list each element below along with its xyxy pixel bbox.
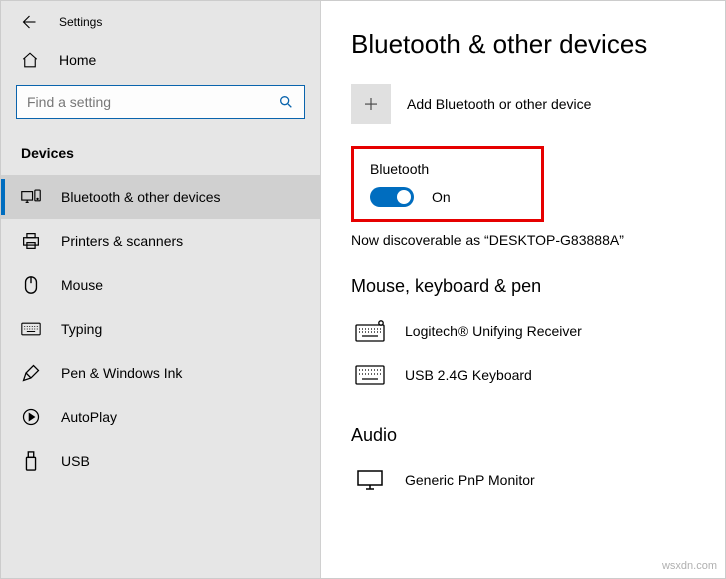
topbar: Settings bbox=[1, 9, 320, 41]
device-label: USB 2.4G Keyboard bbox=[405, 367, 532, 383]
keyboard-device-icon bbox=[351, 317, 389, 345]
nav-label: Printers & scanners bbox=[61, 233, 183, 249]
nav-label: USB bbox=[61, 453, 90, 469]
devices-icon bbox=[21, 187, 41, 207]
sidebar-item-bluetooth[interactable]: Bluetooth & other devices bbox=[1, 175, 320, 219]
add-device-label: Add Bluetooth or other device bbox=[407, 96, 591, 112]
sidebar-home[interactable]: Home bbox=[1, 41, 320, 79]
device-item[interactable]: Logitech® Unifying Receiver bbox=[351, 309, 695, 353]
section-mouse-title: Mouse, keyboard & pen bbox=[351, 276, 695, 297]
mouse-icon bbox=[21, 275, 41, 295]
home-icon bbox=[21, 51, 39, 69]
autoplay-icon bbox=[21, 407, 41, 427]
device-item[interactable]: USB 2.4G Keyboard bbox=[351, 353, 695, 397]
monitor-icon bbox=[351, 466, 389, 494]
keyboard-device-icon bbox=[351, 361, 389, 389]
sidebar-item-usb[interactable]: USB bbox=[1, 439, 320, 483]
nav-label: Pen & Windows Ink bbox=[61, 365, 182, 381]
bluetooth-label: Bluetooth bbox=[370, 161, 525, 177]
page-title: Bluetooth & other devices bbox=[351, 29, 695, 60]
usb-icon bbox=[21, 451, 41, 471]
add-device-button[interactable]: Add Bluetooth or other device bbox=[351, 84, 695, 124]
device-label: Generic PnP Monitor bbox=[405, 472, 535, 488]
sidebar: Settings Home Devices Bluetooth & other … bbox=[1, 1, 321, 578]
search-icon[interactable] bbox=[278, 94, 294, 110]
sidebar-item-printers[interactable]: Printers & scanners bbox=[1, 219, 320, 263]
sidebar-item-autoplay[interactable]: AutoPlay bbox=[1, 395, 320, 439]
section-audio-title: Audio bbox=[351, 425, 695, 446]
discoverable-text: Now discoverable as “DESKTOP-G83888A” bbox=[351, 232, 695, 248]
app-title: Settings bbox=[59, 15, 102, 29]
device-item[interactable]: Generic PnP Monitor bbox=[351, 458, 695, 502]
bluetooth-toggle[interactable] bbox=[370, 187, 414, 207]
device-label: Logitech® Unifying Receiver bbox=[405, 323, 582, 339]
nav-label: Typing bbox=[61, 321, 102, 337]
sidebar-item-typing[interactable]: Typing bbox=[1, 307, 320, 351]
back-icon[interactable] bbox=[19, 13, 37, 31]
main-content: Bluetooth & other devices Add Bluetooth … bbox=[321, 1, 725, 578]
nav-label: AutoPlay bbox=[61, 409, 117, 425]
sidebar-item-pen[interactable]: Pen & Windows Ink bbox=[1, 351, 320, 395]
search-box[interactable] bbox=[16, 85, 305, 119]
plus-icon bbox=[351, 84, 391, 124]
sidebar-section-header: Devices bbox=[1, 137, 320, 175]
printer-icon bbox=[21, 231, 41, 251]
watermark: wsxdn.com bbox=[662, 560, 717, 572]
nav-label: Mouse bbox=[61, 277, 103, 293]
search-input[interactable] bbox=[27, 94, 278, 110]
nav-label: Bluetooth & other devices bbox=[61, 189, 221, 205]
bluetooth-state: On bbox=[432, 189, 451, 205]
keyboard-icon bbox=[21, 319, 41, 339]
bluetooth-toggle-row: On bbox=[370, 187, 525, 207]
bluetooth-highlight-box: Bluetooth On bbox=[351, 146, 544, 222]
pen-icon bbox=[21, 363, 41, 383]
home-label: Home bbox=[59, 52, 96, 68]
sidebar-item-mouse[interactable]: Mouse bbox=[1, 263, 320, 307]
